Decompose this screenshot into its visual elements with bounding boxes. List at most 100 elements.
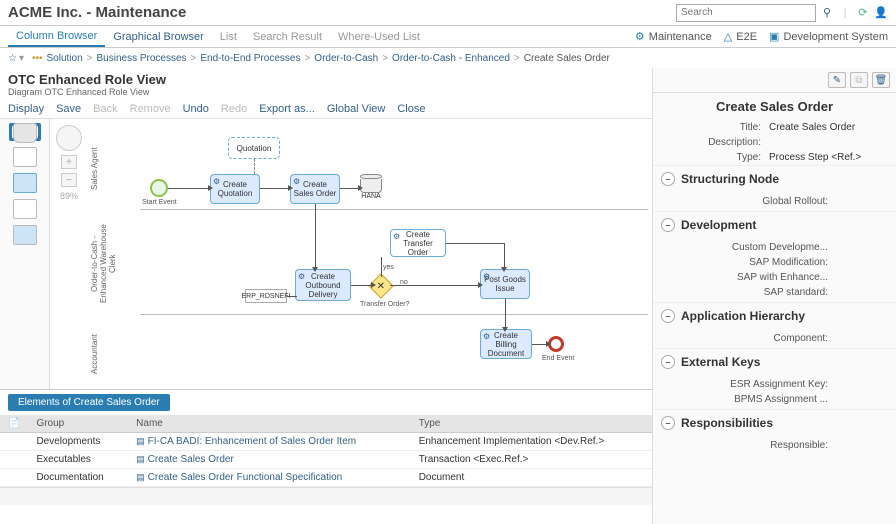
node-create-transfer-order[interactable]: ⚙Create Transfer Order xyxy=(390,229,446,257)
bc-otc[interactable]: Order-to-Cash xyxy=(314,53,378,64)
bc-current: Create Sales Order xyxy=(524,53,610,64)
prop-sap-mod: SAP Modification: xyxy=(681,255,888,270)
star-icon[interactable]: ☆ xyxy=(8,53,17,64)
delete-button[interactable]: 🗑 xyxy=(872,72,890,88)
tb-export[interactable]: Export as... xyxy=(259,103,315,115)
bc-solution[interactable]: Solution xyxy=(47,53,83,64)
prop-esr-key: ESR Assignment Key: xyxy=(681,377,888,392)
zoom-level: 89% xyxy=(60,191,78,201)
user-icon[interactable]: 👤 xyxy=(874,6,888,20)
prop-sap-std: SAP standard: xyxy=(681,285,888,300)
edit-button[interactable]: ✎ xyxy=(828,72,846,88)
diagram-canvas[interactable]: Sales Agent Order-to-Cash - Enhanced War… xyxy=(90,119,652,389)
gear-icon: ⚙ xyxy=(483,332,490,341)
bc-otc-enh[interactable]: Order-to-Cash - Enhanced xyxy=(392,53,510,64)
link-dev-system[interactable]: ▣Development System xyxy=(769,30,888,43)
gateway-label: Transfer Order? xyxy=(360,301,410,308)
node-post-goods[interactable]: ⚙Post Goods Issue xyxy=(480,269,530,299)
tb-remove[interactable]: Remove xyxy=(130,103,171,115)
node-hana[interactable]: HANA xyxy=(360,174,382,200)
node-create-sales-order[interactable]: ⚙Create Sales Order xyxy=(290,174,340,204)
section-structuring[interactable]: –Structuring Node xyxy=(653,165,896,192)
palette xyxy=(0,119,50,389)
collapse-icon[interactable]: – xyxy=(661,309,675,323)
collapse-icon[interactable]: – xyxy=(661,355,675,369)
prop-type: Process Step <Ref.> xyxy=(769,152,888,163)
section-app-hierarchy[interactable]: –Application Hierarchy xyxy=(653,302,896,329)
prop-responsible: Responsible: xyxy=(681,438,888,453)
tb-back[interactable]: Back xyxy=(93,103,117,115)
gear-icon: ⚙ xyxy=(393,232,400,241)
prop-bpms: BPMS Assignment ... xyxy=(681,392,888,407)
view-title: OTC Enhanced Role View xyxy=(0,68,652,87)
refresh-icon[interactable]: ⟳ xyxy=(856,6,870,20)
tb-global-view[interactable]: Global View xyxy=(327,103,386,115)
link-e2e[interactable]: △E2E xyxy=(724,30,757,43)
bc-bp[interactable]: Business Processes xyxy=(97,53,187,64)
tab-search-result[interactable]: Search Result xyxy=(245,28,330,46)
view-subtitle: Diagram OTC Enhanced Role View xyxy=(0,87,652,99)
elements-tab[interactable]: Elements of Create Sales Order xyxy=(8,394,170,411)
col-name[interactable]: Name xyxy=(128,415,411,433)
tool-doc[interactable] xyxy=(13,199,37,219)
prop-component: Component: xyxy=(681,331,888,346)
search-input[interactable] xyxy=(676,4,816,22)
doc-icon: ▤ xyxy=(136,436,145,446)
bc-e2e[interactable]: End-to-End Processes xyxy=(200,53,300,64)
collapse-icon[interactable]: – xyxy=(661,416,675,430)
table-row[interactable]: Documentation▤Create Sales Order Functio… xyxy=(0,469,652,487)
bc-marker-icon: ••• xyxy=(32,53,43,64)
tb-close[interactable]: Close xyxy=(397,103,425,115)
zoom-in-button[interactable]: + xyxy=(61,155,77,169)
lane-warehouse: Order-to-Cash - Enhanced Warehouse Clerk xyxy=(90,219,117,309)
gear-icon: ⚙ xyxy=(293,177,300,186)
section-development[interactable]: –Development xyxy=(653,211,896,238)
prop-custom-dev: Custom Developme... xyxy=(681,240,888,255)
elements-table: 📄 Group Name Type Developments▤FI-CA BAD… xyxy=(0,415,652,487)
doc-icon: ▤ xyxy=(136,472,145,482)
gear-icon: ⚙ xyxy=(483,272,490,281)
tb-save[interactable]: Save xyxy=(56,103,81,115)
col-icon[interactable]: 📄 xyxy=(0,415,28,433)
search-icon[interactable]: ⚲ xyxy=(820,6,834,20)
node-quotation[interactable]: Quotation xyxy=(228,137,280,159)
prop-desc xyxy=(769,137,888,148)
tab-column-browser[interactable]: Column Browser xyxy=(8,27,105,47)
detail-title: Create Sales Order xyxy=(653,93,896,120)
app-title: ACME Inc. - Maintenance xyxy=(8,4,676,21)
prop-sap-enh: SAP with Enhance... xyxy=(681,270,888,285)
tab-where-used[interactable]: Where-Used List xyxy=(330,28,428,46)
node-create-outbound[interactable]: ⚙Create Outbound Delivery xyxy=(295,269,351,301)
tab-graphical-browser[interactable]: Graphical Browser xyxy=(105,28,211,46)
link-maintenance[interactable]: ⚙Maintenance xyxy=(635,30,712,43)
tb-undo[interactable]: Undo xyxy=(183,103,209,115)
table-row[interactable]: Developments▤FI-CA BADI: Enhancement of … xyxy=(0,433,652,451)
copy-button[interactable]: ⧉ xyxy=(850,72,868,88)
prop-title: Create Sales Order xyxy=(769,122,888,133)
section-responsibilities[interactable]: –Responsibilities xyxy=(653,409,896,436)
end-event-label: End Event xyxy=(542,355,574,362)
prop-global-rollout: Global Rollout: xyxy=(681,194,888,209)
table-row[interactable]: Executables▤Create Sales OrderTransactio… xyxy=(0,451,652,469)
zoom-out-button[interactable]: − xyxy=(61,173,77,187)
collapse-icon[interactable]: – xyxy=(661,218,675,232)
tool-task[interactable] xyxy=(13,173,37,193)
node-create-billing[interactable]: ⚙Create Billing Document xyxy=(480,329,532,359)
start-event-label: Start Event xyxy=(142,199,177,206)
tool-datastore[interactable] xyxy=(13,123,37,143)
tool-rect[interactable] xyxy=(13,147,37,167)
tb-display[interactable]: Display xyxy=(8,103,44,115)
lane-accountant: Accountant xyxy=(90,329,99,379)
node-erp[interactable]: ERP_RDSNEFI xyxy=(245,289,287,303)
tb-redo[interactable]: Redo xyxy=(221,103,247,115)
section-external-keys[interactable]: –External Keys xyxy=(653,348,896,375)
gear-icon: ⚙ xyxy=(298,272,305,281)
collapse-icon[interactable]: – xyxy=(661,172,675,186)
pan-control[interactable] xyxy=(56,125,82,151)
col-group[interactable]: Group xyxy=(28,415,128,433)
tool-screen[interactable] xyxy=(13,225,37,245)
col-type[interactable]: Type xyxy=(411,415,652,433)
tab-list[interactable]: List xyxy=(212,28,245,46)
start-event[interactable] xyxy=(150,179,168,197)
node-create-quotation[interactable]: ⚙Create Quotation xyxy=(210,174,260,204)
